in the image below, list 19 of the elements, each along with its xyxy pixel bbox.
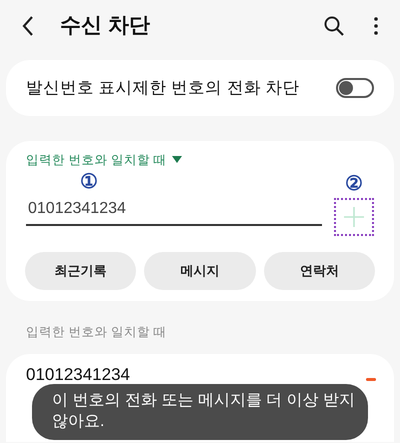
dropdown-icon (172, 156, 182, 164)
annotation-number: ② (345, 174, 363, 194)
match-dropdown[interactable]: 입력한 번호와 일치할 때 (26, 151, 182, 170)
annotation-number: ① (80, 172, 98, 192)
toggle-switch[interactable] (336, 78, 374, 98)
screen-title: 수신 차단 (60, 13, 150, 40)
blocked-number: 01012341234 (26, 364, 132, 386)
remove-button[interactable] (366, 378, 376, 381)
add-button[interactable] (334, 198, 374, 236)
toast-message: 이 번호의 전화 또는 메시지를 더 이상 받지 않아요. (32, 384, 368, 440)
source-button[interactable]: 메시지 (144, 252, 256, 290)
source-button[interactable]: 최근기록 (25, 252, 136, 290)
more-icon (374, 17, 378, 35)
search-icon (324, 16, 344, 36)
plus-icon (344, 206, 364, 227)
back-icon (21, 15, 35, 37)
setting-label: 발신번호 표시제한 번호의 전화 차단 (26, 78, 300, 99)
section-label: 입력한 번호와 일치할 때 (25, 324, 168, 341)
source-button[interactable]: 연락처 (264, 252, 375, 290)
